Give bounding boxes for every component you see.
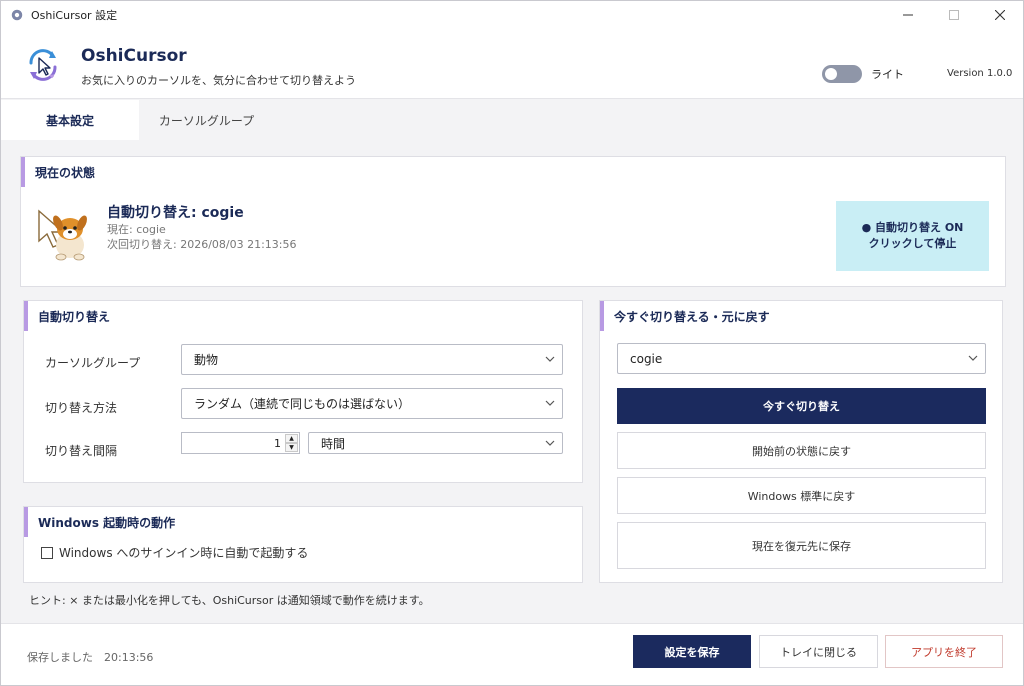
switch-method-value: ランダム（連続で同じものは選ばない）: [194, 397, 411, 411]
title-bar: OshiCursor 設定: [1, 1, 1023, 29]
theme-toggle[interactable]: [822, 65, 862, 83]
cursor-select-value: cogie: [630, 351, 663, 366]
autostart-label: Windows へのサインイン時に自動で起動する: [59, 546, 309, 560]
restore-before-button[interactable]: 開始前の状態に戻す: [617, 432, 986, 469]
interval-value: 1: [274, 436, 281, 450]
theme-label: ライト: [871, 68, 904, 81]
maximize-button[interactable]: [931, 1, 977, 29]
decrement-arrow-icon[interactable]: ▼: [285, 443, 298, 452]
switch-now-panel: 今すぐ切り替える・元に戻す cogie 今すぐ切り替え 開始前の状態に戻す Wi…: [599, 300, 1003, 583]
close-button[interactable]: [977, 1, 1023, 29]
switch-method-label: 切り替え方法: [45, 401, 118, 415]
tab-cursor-groups[interactable]: カーソルグループ: [139, 100, 274, 140]
chevron-down-icon: [968, 355, 978, 361]
switch-method-select[interactable]: ランダム（連続で同じものは選ばない）: [181, 388, 563, 419]
increment-arrow-icon[interactable]: ▲: [285, 434, 298, 443]
close-icon: [995, 10, 1005, 20]
dog-cursor-icon: [38, 209, 87, 261]
main-content: 現在の状態 自動切り替え: cogie 現在: cogie 次回切り替え: 20…: [1, 140, 1023, 623]
minimize-button[interactable]: [885, 1, 931, 29]
maximize-icon: [949, 10, 959, 20]
startup-panel: Windows 起動時の動作 Windows へのサインイン時に自動で起動する: [23, 506, 583, 583]
auto-switch-state: ● 自動切り替え ON: [861, 221, 964, 234]
interval-unit-select[interactable]: 時間: [308, 432, 563, 454]
status-current-text: 現在: cogie: [107, 223, 166, 236]
minimize-icon: [903, 14, 913, 16]
switch-now-button[interactable]: 今すぐ切り替え: [617, 388, 986, 424]
tab-bar: 基本設定 カーソルグループ: [1, 100, 1023, 140]
gear-icon: [11, 9, 23, 21]
cursor-group-select[interactable]: 動物: [181, 344, 563, 375]
tab-basic-settings[interactable]: 基本設定: [1, 100, 139, 140]
auto-switch-panel-title: 自動切り替え: [24, 301, 110, 331]
close-to-tray-button[interactable]: トレイに閉じる: [759, 635, 878, 668]
startup-panel-title: Windows 起動時の動作: [24, 507, 175, 537]
chevron-down-icon: [545, 356, 555, 362]
interval-stepper[interactable]: 1 ▲ ▼: [181, 432, 300, 454]
quit-app-button[interactable]: アプリを終了: [885, 635, 1003, 668]
chevron-down-icon: [545, 400, 555, 406]
save-status: 保存しました 20:13:56: [27, 651, 154, 664]
hint-text: ヒント: × または最小化を押しても、OshiCursor は通知領域で動作を続…: [29, 594, 430, 607]
autostart-option[interactable]: Windows へのサインイン時に自動で起動する: [41, 544, 308, 561]
status-next-switch: 次回切り替え: 2026/08/03 21:13:56: [107, 238, 297, 251]
interval-unit-value: 時間: [321, 436, 346, 451]
switch-now-panel-title: 今すぐ切り替える・元に戻す: [600, 301, 770, 331]
cursor-logo-icon: [29, 49, 57, 81]
app-window: OshiCursor 設定 OshiCursor お気に入りのカーソルを、気分に…: [0, 0, 1024, 686]
restore-windows-default-button[interactable]: Windows 標準に戻す: [617, 477, 986, 514]
chevron-down-icon: [545, 440, 555, 446]
footer-bar: 保存しました 20:13:56 設定を保存 トレイに閉じる アプリを終了: [1, 623, 1023, 685]
app-header: OshiCursor お気に入りのカーソルを、気分に合わせて切り替えよう ライト…: [1, 29, 1023, 99]
switch-interval-label: 切り替え間隔: [45, 444, 118, 458]
save-settings-button[interactable]: 設定を保存: [633, 635, 751, 668]
toggle-knob: [825, 68, 837, 80]
app-subtitle: お気に入りのカーソルを、気分に合わせて切り替えよう: [81, 74, 356, 87]
status-panel-title: 現在の状態: [21, 157, 95, 187]
cursor-group-label: カーソルグループ: [45, 356, 141, 370]
status-main-text: 自動切り替え: cogie: [107, 205, 244, 221]
app-name: OshiCursor: [81, 46, 187, 66]
window-title: OshiCursor 設定: [31, 9, 118, 22]
autostart-checkbox[interactable]: [41, 546, 53, 559]
auto-switch-toggle-button[interactable]: ● 自動切り替え ON クリックして停止: [836, 201, 989, 271]
save-restore-point-button[interactable]: 現在を復元先に保存: [617, 522, 986, 569]
status-panel: 現在の状態 自動切り替え: cogie 現在: cogie 次回切り替え: 20…: [20, 156, 1006, 287]
cursor-select[interactable]: cogie: [617, 343, 986, 374]
version-label: Version 1.0.0: [947, 68, 1013, 79]
auto-switch-panel: 自動切り替え カーソルグループ 動物 切り替え方法 ランダム（連続で同じものは選…: [23, 300, 583, 483]
cursor-group-value: 動物: [194, 353, 219, 367]
auto-switch-hint: クリックして停止: [868, 237, 957, 250]
stepper-arrows: ▲ ▼: [285, 434, 298, 452]
